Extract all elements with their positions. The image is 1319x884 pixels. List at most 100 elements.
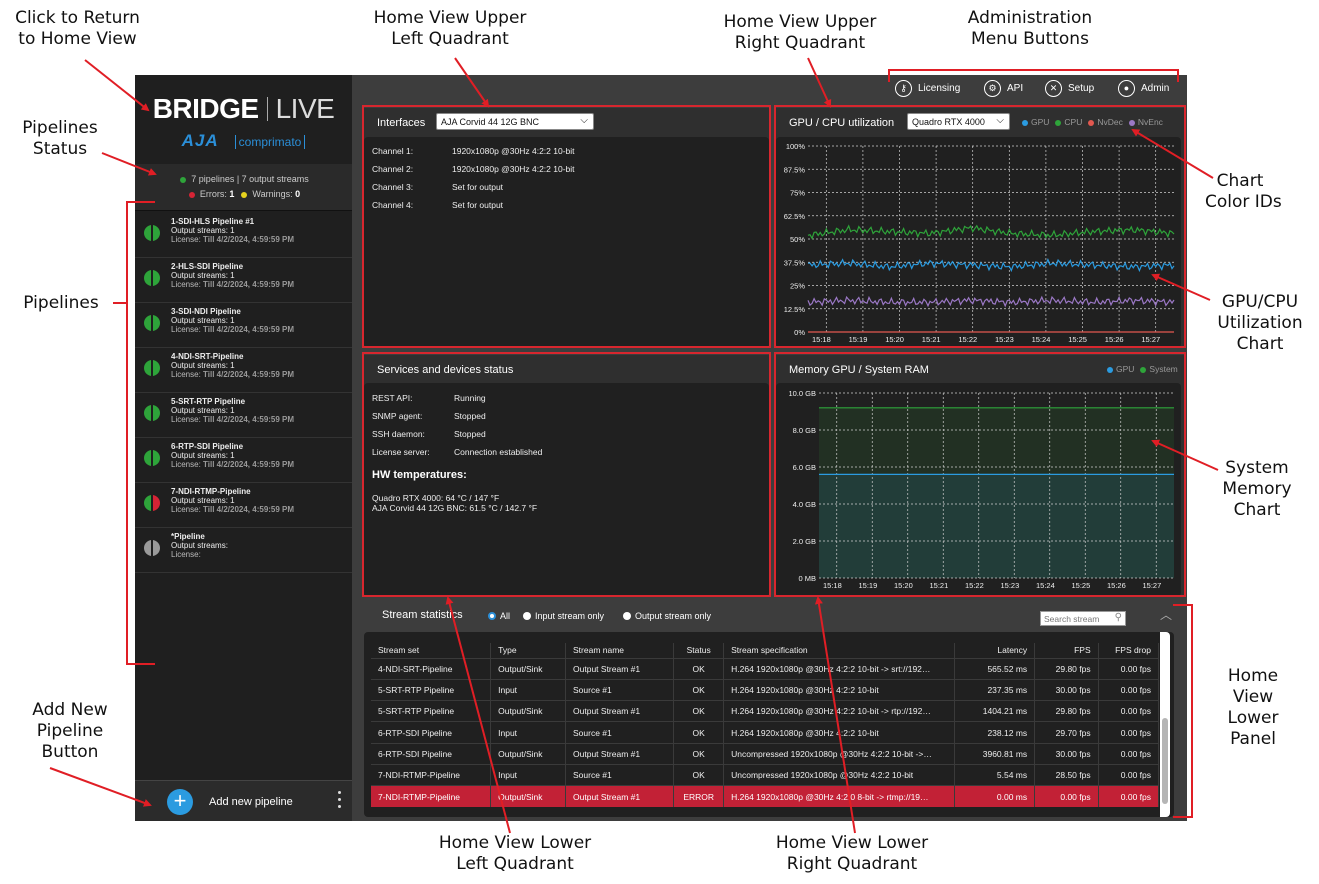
pipeline-license: License: Till 4/2/2024, 4:59:59 PM: [171, 460, 295, 469]
service-label: SNMP agent:: [372, 411, 423, 421]
utilization-chart: 100% 87.5% 75% 62.5% 50% 37.5% 25% 12.5% 0% 15:18…: [784, 142, 1175, 344]
annotation-admin-menu: Administration Menu Buttons: [967, 8, 1093, 49]
table-cell: Uncompressed 1920x1080p @30Hz 4:2:2 10-b…: [723, 763, 956, 786]
table-cell: 7-NDI-RTMP-Pipeline: [371, 785, 492, 808]
annotation-pipelines-status: Pipelines Status: [22, 118, 98, 159]
table-row[interactable]: 7-NDI-RTMP-Pipeline Input Source #1 OK Uncom…: [371, 763, 1160, 786]
pipeline-item[interactable]: 2-HLS-SDI Pipeline Output streams: 1 Licen…: [135, 258, 352, 303]
admin-menu: ⚷ Licensing ⚙ API ✕ Setup ● Admin: [352, 75, 1187, 103]
table-cell: 6-RTP-SDI Pipeline: [371, 721, 492, 744]
table-cell: 6-RTP-SDI Pipeline: [371, 742, 492, 765]
column-header[interactable]: FPS drop: [1098, 643, 1160, 658]
legend-color-dot: [1107, 366, 1113, 373]
search-stream-input[interactable]: Search stream ⚲: [1040, 611, 1126, 626]
column-header[interactable]: Stream set: [371, 643, 492, 658]
scrollbar-thumb[interactable]: [1162, 718, 1168, 804]
table-cell: 5-SRT-RTP Pipeline: [371, 700, 492, 722]
table-cell: Output/Sink: [490, 657, 567, 680]
filter-all-radio[interactable]: All: [488, 611, 510, 621]
x-tick-label: 15:19: [859, 581, 878, 590]
pipeline-list: 1-SDI-HLS Pipeline #1 Output streams: 1 Li…: [135, 213, 352, 573]
legend-item[interactable]: System: [1140, 364, 1178, 374]
table-cell: 237.35 ms: [954, 678, 1036, 701]
more-options-icon[interactable]: [338, 791, 342, 811]
error-status-dot: [188, 191, 195, 198]
pipeline-status-icon: [144, 360, 160, 376]
setup-button[interactable]: ✕ Setup: [1045, 80, 1094, 97]
table-header-row: Stream set Type Stream name Status Stream sp…: [371, 643, 1160, 658]
api-button[interactable]: ⚙ API: [984, 80, 1023, 97]
table-cell: 0.00 fps: [1098, 763, 1160, 786]
column-header[interactable]: FPS: [1034, 643, 1099, 658]
pipeline-item[interactable]: 5-SRT-RTP Pipeline Output streams: 1 Licen…: [135, 393, 352, 438]
logo-home-link[interactable]: BRIDGE LIVE AJA comprimato: [135, 75, 352, 163]
pipeline-output-streams: Output streams: 1: [171, 226, 235, 235]
x-tick-label: 15:20: [885, 335, 904, 344]
filter-output-radio[interactable]: Output stream only: [623, 611, 711, 621]
table-row[interactable]: 5-SRT-RTP Pipeline Input Source #1 OK H.264 …: [371, 678, 1160, 701]
admin-button[interactable]: ● Admin: [1118, 80, 1169, 97]
radio-icon: [623, 612, 631, 620]
channel-label: Channel 2:: [372, 164, 414, 174]
y-tick-label: 12.5%: [784, 305, 806, 314]
y-tick-label: 0 MB: [798, 574, 816, 583]
add-pipeline-button[interactable]: +: [167, 789, 193, 815]
table-cell: Output/Sink: [490, 742, 567, 765]
annotation-chart-color-ids: Chart Color IDs: [1205, 171, 1282, 212]
annotation-return-home: Click to Return to Home View: [15, 8, 140, 49]
table-row[interactable]: 6-RTP-SDI Pipeline Output/Sink Output Stre…: [371, 742, 1160, 765]
table-cell: 7-NDI-RTMP-Pipeline: [371, 763, 492, 786]
table-cell: 0.00 fps: [1098, 678, 1160, 701]
gpu-select[interactable]: Quadro RTX 4000 ⌵: [907, 113, 1010, 130]
filter-input-radio[interactable]: Input stream only: [523, 611, 604, 621]
add-pipeline-label[interactable]: Add new pipeline: [209, 796, 293, 808]
pipeline-license: License: Till 4/2/2024, 4:59:59 PM: [171, 280, 295, 289]
table-row[interactable]: 7-NDI-RTMP-Pipeline Output/Sink Output Str…: [371, 785, 1160, 808]
table-cell: OK: [673, 721, 725, 744]
legend-item[interactable]: CPU: [1055, 117, 1082, 127]
table-cell: 30.00 fps: [1034, 742, 1099, 765]
pipelines-status: 7 pipelines | 7 output streams Errors: 1…: [135, 164, 352, 211]
legend-item[interactable]: NvEnc: [1128, 117, 1163, 127]
table-row[interactable]: 5-SRT-RTP Pipeline Output/Sink Output Stre…: [371, 700, 1160, 722]
pipeline-item[interactable]: 1-SDI-HLS Pipeline #1 Output streams: 1 Li…: [135, 213, 352, 258]
pipeline-item[interactable]: 4-NDI-SRT-Pipeline Output streams: 1 Licen…: [135, 348, 352, 393]
table-cell: OK: [673, 678, 725, 701]
legend-item[interactable]: NvDec: [1088, 117, 1123, 127]
x-tick-label: 15:26: [1105, 335, 1124, 344]
legend-color-dot: [1140, 366, 1147, 373]
pipeline-item[interactable]: *Pipeline Output streams: License:: [135, 528, 352, 573]
y-tick-label: 2.0 GB: [793, 537, 816, 546]
table-cell: Output Stream #1: [565, 657, 675, 680]
column-header[interactable]: Latency: [954, 643, 1036, 658]
column-header[interactable]: Type: [490, 643, 567, 658]
annotation-upper-left: Home View Upper Left Quadrant: [373, 8, 527, 49]
pipeline-item[interactable]: 7-NDI-RTMP-Pipeline Output streams: 1 Lice…: [135, 483, 352, 528]
table-row[interactable]: 6-RTP-SDI Pipeline Input Source #1 OK H.264 …: [371, 721, 1160, 744]
column-header[interactable]: Stream specification: [723, 643, 956, 658]
annotated-screenshot: Click to Return to Home View Home View U…: [0, 0, 1319, 884]
utilization-panel: GPU / CPU utilization Quadro RTX 4000 ⌵ G…: [776, 108, 1184, 348]
pipeline-item[interactable]: 3-SDI-NDI Pipeline Output streams: 1 Licen…: [135, 303, 352, 348]
pipeline-output-streams: Output streams: 1: [171, 316, 235, 325]
table-cell: 29.80 fps: [1034, 700, 1099, 722]
x-tick-label: 15:20: [894, 581, 913, 590]
services-title: Services and devices status: [377, 364, 514, 376]
y-tick-label: 10.0 GB: [788, 389, 816, 398]
licensing-button[interactable]: ⚷ Licensing: [895, 80, 960, 97]
table-cell: OK: [673, 657, 725, 680]
pipeline-output-streams: Output streams: 1: [171, 496, 235, 505]
pipeline-item[interactable]: 6-RTP-SDI Pipeline Output streams: 1 Licen…: [135, 438, 352, 483]
table-scrollbar[interactable]: [1160, 632, 1170, 817]
table-row[interactable]: 4-NDI-SRT-Pipeline Output/Sink Output Stre…: [371, 657, 1160, 680]
interface-select[interactable]: AJA Corvid 44 12G BNC ⌵: [436, 113, 594, 130]
logo-wordmark: BRIDGE LIVE: [152, 93, 335, 124]
legend-item[interactable]: GPU: [1107, 364, 1134, 374]
column-header[interactable]: Stream name: [565, 643, 675, 658]
x-tick-label: 15:27: [1141, 335, 1160, 344]
memory-legend: GPU System: [1101, 364, 1178, 374]
x-tick-label: 15:19: [849, 335, 868, 344]
collapse-chevron-icon[interactable]: ︿: [1160, 606, 1172, 623]
column-header[interactable]: Status: [673, 643, 725, 658]
legend-item[interactable]: GPU: [1022, 117, 1049, 127]
